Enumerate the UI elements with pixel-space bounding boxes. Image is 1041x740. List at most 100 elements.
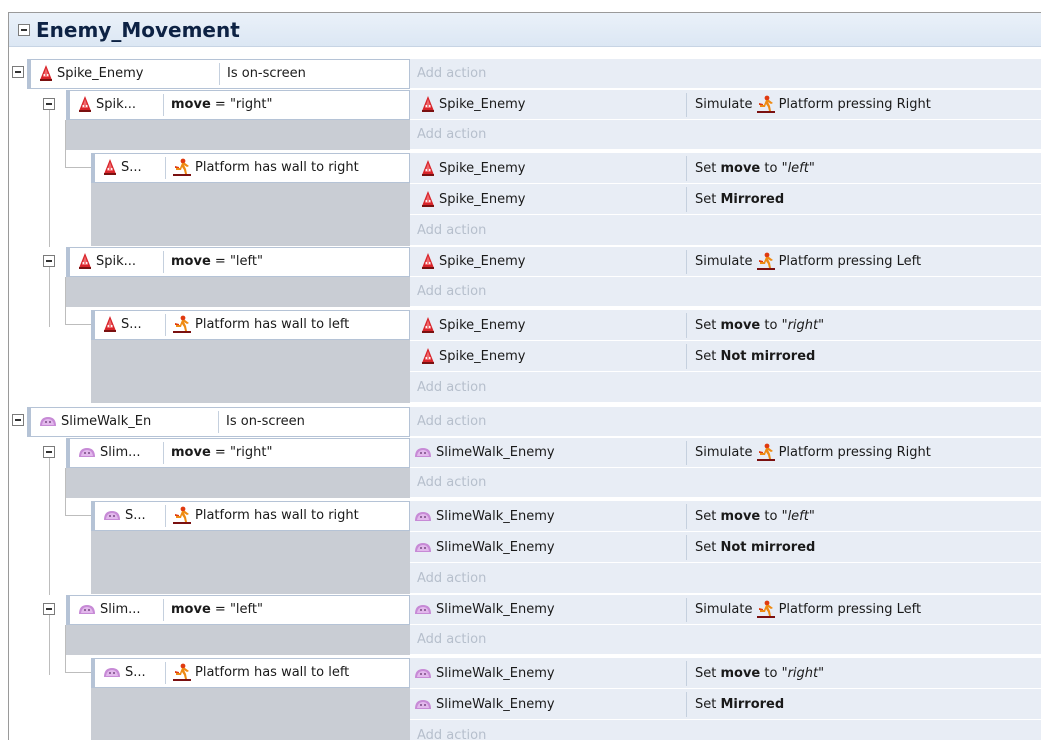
condition-text[interactable]: move = "left" <box>171 248 408 276</box>
nested-action[interactable]: SlimeWalk_Enemy Set Not mirrored <box>410 532 1041 563</box>
condition-object[interactable]: Slim... <box>78 596 157 624</box>
nested-action[interactable]: SlimeWalk_Enemy Set Mirrored <box>410 689 1041 720</box>
event-group-header[interactable]: Enemy_Movement <box>9 13 1041 47</box>
condition-object-name: Spik... <box>96 97 137 112</box>
nested-action[interactable]: SlimeWalk_Enemy Set move to "left" <box>410 501 1041 532</box>
nested-condition[interactable]: S... Platform has wall to left <box>91 658 410 688</box>
action-text[interactable]: Simulate Platform pressing Right <box>695 90 931 120</box>
action-object[interactable]: SlimeWalk_Enemy <box>414 658 555 689</box>
condition-object[interactable]: S... <box>103 502 159 530</box>
sub-action[interactable]: Spike_Enemy Simulate Platform pressing Le… <box>410 247 1041 277</box>
add-action-button[interactable]: Add action <box>410 625 1041 655</box>
condition-area <box>66 277 410 307</box>
action-label: Platform pressing Right <box>778 445 931 460</box>
condition-object-name: Spike_Enemy <box>57 66 144 81</box>
add-action-button[interactable]: Add action <box>410 407 1041 437</box>
nested-condition[interactable]: S... Platform has wall to left <box>91 310 410 340</box>
group-collapse-toggle[interactable] <box>18 24 30 36</box>
action-text[interactable]: Simulate Platform pressing Right <box>695 438 931 468</box>
nested-condition[interactable]: S... Platform has wall to right <box>91 501 410 531</box>
condition-object[interactable]: Slim... <box>78 439 157 467</box>
condition-text[interactable]: move = "right" <box>171 439 408 467</box>
action-verb: Simulate <box>695 445 757 460</box>
action-verb: Set <box>695 509 721 524</box>
add-action-button[interactable]: Add action <box>410 215 1041 246</box>
condition-object[interactable]: S... <box>103 311 159 339</box>
action-object[interactable]: Spike_Enemy <box>421 184 526 215</box>
tree-line <box>49 458 50 595</box>
action-object[interactable]: SlimeWalk_Enemy <box>414 532 555 563</box>
add-action-button[interactable]: Add action <box>410 372 1041 403</box>
add-action-button[interactable]: Add action <box>410 720 1041 740</box>
action-text[interactable]: Set move to "left" <box>695 153 815 184</box>
condition-object[interactable]: Spik... <box>78 248 157 276</box>
action-text[interactable]: Set Mirrored <box>695 184 784 215</box>
nested-action[interactable]: Spike_Enemy Set move to "right" <box>410 310 1041 341</box>
add-action-button[interactable]: Add action <box>410 120 1041 150</box>
condition-object-name: S... <box>125 665 146 680</box>
action-text[interactable]: Set Not mirrored <box>695 532 815 563</box>
sub-action[interactable]: Spike_Enemy Simulate Platform pressing Ri… <box>410 90 1041 120</box>
sub-action[interactable]: SlimeWalk_Enemy Simulate Platform pressin… <box>410 595 1041 625</box>
top-condition[interactable]: SlimeWalk_En Is on-screen <box>27 407 410 437</box>
action-text[interactable]: Set move to "left" <box>695 501 815 532</box>
event-collapse-toggle[interactable] <box>12 414 24 426</box>
add-action-button[interactable]: Add action <box>410 563 1041 594</box>
sub-condition[interactable]: Spik... move = "right" <box>66 90 410 120</box>
action-text[interactable]: Simulate Platform pressing Left <box>695 595 921 625</box>
sub-condition[interactable]: Spik... move = "left" <box>66 247 410 277</box>
action-object[interactable]: Spike_Enemy <box>421 247 526 277</box>
condition-object[interactable]: S... <box>103 659 159 687</box>
action-object[interactable]: SlimeWalk_Enemy <box>414 689 555 720</box>
event-rows: Spike_Enemy Is on-screen Add action Spik...… <box>9 13 1041 740</box>
condition-text[interactable]: Platform has wall to right <box>173 502 408 530</box>
sub-condition[interactable]: Slim... move = "left" <box>66 595 410 625</box>
condition-text[interactable]: Is on-screen <box>227 60 408 88</box>
nested-action[interactable]: Spike_Enemy Set move to "left" <box>410 153 1041 184</box>
action-text[interactable]: Set move to "right" <box>695 310 824 341</box>
sub-action[interactable]: SlimeWalk_Enemy Simulate Platform pressin… <box>410 438 1041 468</box>
event-collapse-toggle[interactable] <box>12 66 24 78</box>
action-object-name: SlimeWalk_Enemy <box>436 666 555 681</box>
condition-object[interactable]: Spike_Enemy <box>39 60 213 88</box>
sub-event-collapse-toggle[interactable] <box>43 98 55 110</box>
condition-object[interactable]: S... <box>103 154 159 182</box>
action-object[interactable]: Spike_Enemy <box>421 153 526 184</box>
action-text[interactable]: Set move to "right" <box>695 658 824 689</box>
condition-text[interactable]: Is on-screen <box>226 408 408 436</box>
action-text[interactable]: Set Mirrored <box>695 689 784 720</box>
action-object[interactable]: SlimeWalk_Enemy <box>414 595 555 625</box>
condition-text[interactable]: Platform has wall to right <box>173 154 408 182</box>
action-object[interactable]: Spike_Enemy <box>421 341 526 372</box>
nested-condition[interactable]: S... Platform has wall to right <box>91 153 410 183</box>
add-action-button[interactable]: Add action <box>410 468 1041 498</box>
condition-object[interactable]: Spik... <box>78 91 157 119</box>
add-action-button[interactable]: Add action <box>410 59 1041 89</box>
compare-value: = "right" <box>210 97 273 112</box>
spike-enemy-icon <box>104 158 116 175</box>
condition-text[interactable]: Platform has wall to left <box>173 659 408 687</box>
action-object[interactable]: Spike_Enemy <box>421 90 526 120</box>
sub-condition[interactable]: Slim... move = "right" <box>66 438 410 468</box>
condition-text[interactable]: move = "right" <box>171 91 408 119</box>
nested-action[interactable]: Spike_Enemy Set Not mirrored <box>410 341 1041 372</box>
condition-text[interactable]: Platform has wall to left <box>173 311 408 339</box>
action-object[interactable]: SlimeWalk_Enemy <box>414 438 555 468</box>
action-object[interactable]: SlimeWalk_Enemy <box>414 501 555 532</box>
action-object[interactable]: Spike_Enemy <box>421 310 526 341</box>
sub-event-collapse-toggle[interactable] <box>43 255 55 267</box>
condition-object[interactable]: SlimeWalk_En <box>39 408 212 436</box>
sub-event-collapse-toggle[interactable] <box>43 446 55 458</box>
sub-event-collapse-toggle[interactable] <box>43 603 55 615</box>
add-action-button[interactable]: Add action <box>410 277 1041 307</box>
action-verb: Set <box>695 349 721 364</box>
action-text[interactable]: Simulate Platform pressing Left <box>695 247 921 277</box>
nested-action[interactable]: SlimeWalk_Enemy Set move to "right" <box>410 658 1041 689</box>
condition-text[interactable]: move = "left" <box>171 596 408 624</box>
top-condition[interactable]: Spike_Enemy Is on-screen <box>27 59 410 89</box>
action-text[interactable]: Set Not mirrored <box>695 341 815 372</box>
nested-action[interactable]: Spike_Enemy Set Mirrored <box>410 184 1041 215</box>
mirror-state: Mirrored <box>720 697 785 712</box>
action-verb: to <box>760 666 782 681</box>
condition-object-name: Spik... <box>96 254 137 269</box>
